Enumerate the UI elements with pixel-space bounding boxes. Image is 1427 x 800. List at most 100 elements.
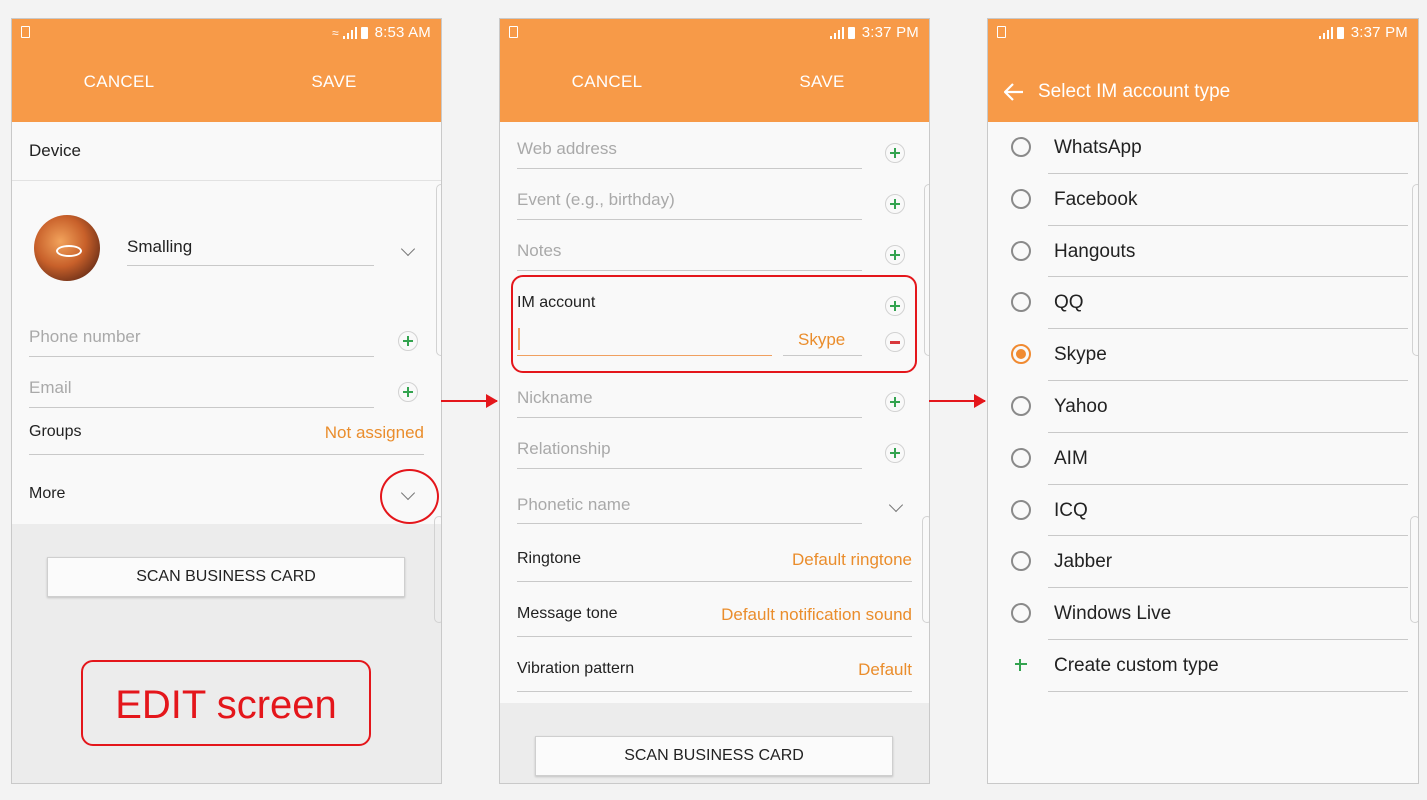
message-tone-value[interactable]: Default notification sound — [721, 605, 912, 625]
list-item[interactable]: Skype — [988, 329, 1418, 381]
more-fields-panel: 3:37 PM CANCEL SAVE Web address Event (e… — [499, 18, 930, 784]
list-item[interactable]: ICQ — [988, 485, 1418, 537]
back-arrow-icon[interactable] — [1004, 83, 1024, 101]
status-bar: ≈ 8:53 AM — [12, 19, 441, 47]
email-field[interactable]: Email — [29, 378, 72, 398]
more-label[interactable]: More — [29, 485, 65, 503]
add-nickname-icon[interactable] — [885, 392, 905, 412]
radio-button[interactable] — [1011, 447, 1031, 468]
arrow-right — [441, 394, 498, 408]
list-item[interactable]: Windows Live — [988, 588, 1418, 640]
battery-icon — [847, 26, 855, 39]
create-custom-type-item[interactable]: Create custom type — [988, 640, 1418, 692]
scan-business-card-button[interactable]: SCAN BUSINESS CARD — [535, 736, 893, 776]
storage-label[interactable]: Device — [29, 141, 81, 161]
status-bar: 3:37 PM — [500, 19, 929, 47]
signal-icon — [829, 26, 844, 39]
option-label: QQ — [1054, 292, 1084, 314]
add-email-icon[interactable] — [398, 382, 418, 402]
radio-button[interactable] — [1011, 396, 1031, 416]
list-item[interactable]: Facebook — [988, 174, 1418, 226]
add-event-icon[interactable] — [885, 194, 905, 214]
list-item[interactable]: QQ — [988, 277, 1418, 330]
radio-button[interactable] — [1011, 551, 1031, 572]
notes-field[interactable]: Notes — [517, 241, 561, 261]
ringtone-value[interactable]: Default ringtone — [792, 550, 912, 570]
create-custom-type-label: Create custom type — [1054, 655, 1219, 676]
scroll-edge — [1410, 516, 1418, 623]
radio-button[interactable] — [1011, 292, 1031, 313]
radio-button[interactable] — [1011, 240, 1031, 261]
app-bar: Select IM account type — [988, 47, 1418, 122]
edit-form-more: Web address Event (e.g., birthday) Notes… — [500, 122, 929, 703]
scroll-edge — [434, 516, 441, 623]
web-address-field[interactable]: Web address — [517, 139, 617, 159]
battery-icon — [1336, 26, 1344, 39]
scan-business-card-button[interactable]: SCAN BUSINESS CARD — [47, 557, 405, 597]
chevron-down-icon[interactable] — [888, 497, 904, 513]
add-notes-icon[interactable] — [885, 245, 905, 265]
chevron-down-icon[interactable] — [400, 241, 416, 257]
message-tone-label[interactable]: Message tone — [517, 605, 618, 623]
radio-button[interactable] — [1011, 499, 1031, 520]
radio-button[interactable] — [1011, 188, 1031, 209]
nickname-field[interactable]: Nickname — [517, 388, 593, 408]
phone-number-field[interactable]: Phone number — [29, 327, 141, 347]
vibration-pattern-label[interactable]: Vibration pattern — [517, 660, 634, 678]
signal-icon — [342, 26, 357, 39]
option-label: Yahoo — [1054, 396, 1108, 417]
option-label: AIM — [1054, 447, 1088, 469]
option-label: ICQ — [1054, 499, 1088, 521]
option-label: Hangouts — [1054, 240, 1136, 262]
app-bar: CANCEL SAVE — [12, 47, 441, 122]
radio-selected[interactable] — [1011, 344, 1031, 365]
notification-icon — [509, 26, 518, 38]
scroll-edge — [924, 184, 929, 356]
app-bar: CANCEL SAVE — [500, 47, 929, 122]
groups-label[interactable]: Groups — [29, 423, 81, 441]
option-label: Jabber — [1054, 551, 1113, 573]
status-time: 8:53 AM — [374, 24, 431, 41]
event-field[interactable]: Event (e.g., birthday) — [517, 190, 675, 210]
list-item[interactable]: AIM — [988, 433, 1418, 485]
page-title: Select IM account type — [1038, 81, 1231, 102]
list-item[interactable]: WhatsApp — [988, 122, 1418, 174]
cancel-button[interactable]: CANCEL — [572, 72, 643, 92]
scroll-edge — [922, 516, 929, 623]
groups-value[interactable]: Not assigned — [325, 423, 424, 443]
edit-form: Device Smalling Phone number Email Group… — [12, 122, 441, 524]
battery-icon — [360, 26, 368, 39]
add-phone-icon[interactable] — [398, 331, 418, 351]
status-bar: 3:37 PM — [988, 19, 1418, 47]
phonetic-name-field[interactable]: Phonetic name — [517, 495, 630, 515]
status-time: 3:37 PM — [861, 24, 919, 41]
signal-icon — [1318, 26, 1333, 39]
list-item[interactable]: Hangouts — [988, 226, 1418, 278]
radio-button[interactable] — [1011, 137, 1031, 157]
ringtone-label[interactable]: Ringtone — [517, 550, 581, 568]
option-label: Windows Live — [1054, 603, 1172, 625]
option-label: Facebook — [1054, 188, 1138, 210]
edit-screen-panel: ≈ 8:53 AM CANCEL SAVE Device Smalling Ph… — [11, 18, 442, 784]
scroll-edge — [436, 184, 441, 356]
save-button[interactable]: SAVE — [311, 72, 356, 92]
option-label: Skype — [1054, 344, 1107, 366]
status-time: 3:37 PM — [1350, 24, 1408, 41]
save-button[interactable]: SAVE — [799, 72, 844, 92]
relationship-field[interactable]: Relationship — [517, 439, 611, 459]
add-relationship-icon[interactable] — [885, 443, 905, 463]
cancel-button[interactable]: CANCEL — [84, 72, 155, 92]
vibration-pattern-value[interactable]: Default — [858, 660, 912, 680]
list-item[interactable]: Yahoo — [988, 381, 1418, 433]
avatar[interactable] — [34, 215, 100, 281]
edit-screen-annotation: EDIT screen — [115, 683, 337, 727]
highlight-circle — [380, 469, 439, 524]
im-type-list: WhatsApp Facebook Hangouts QQ Skype Yahoo AIM I… — [988, 122, 1418, 783]
name-field[interactable]: Smalling — [127, 237, 192, 257]
wifi-icon: ≈ — [331, 25, 339, 40]
notification-icon — [21, 26, 30, 38]
radio-button[interactable] — [1011, 603, 1031, 624]
list-item[interactable]: Jabber — [988, 536, 1418, 589]
scroll-edge — [1412, 184, 1418, 356]
add-web-icon[interactable] — [885, 143, 905, 163]
